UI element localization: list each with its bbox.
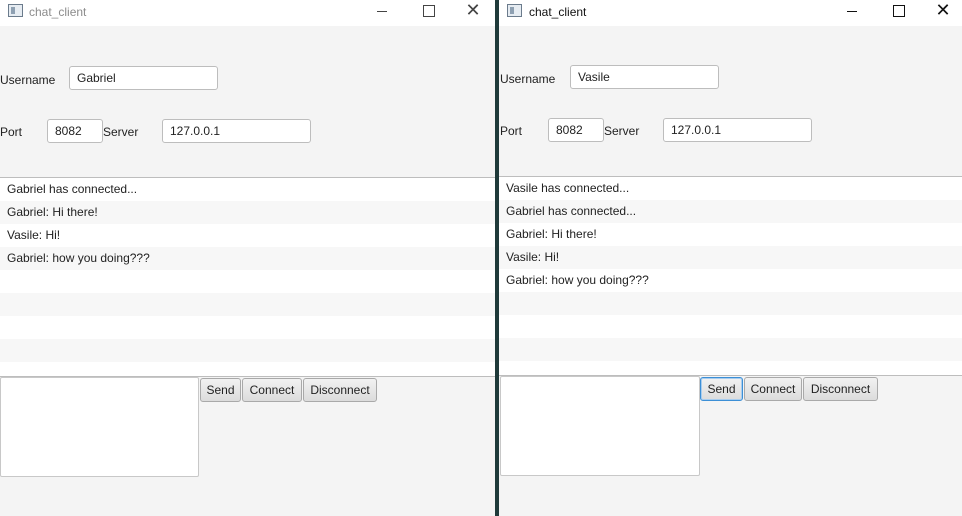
minimize-icon[interactable] xyxy=(359,0,405,24)
username-label: Username xyxy=(0,73,56,87)
list-item[interactable]: Gabriel: how you doing??? xyxy=(499,269,962,292)
list-item[interactable] xyxy=(499,292,962,315)
list-item[interactable] xyxy=(499,315,962,338)
list-item[interactable]: Gabriel: how you doing??? xyxy=(0,247,495,270)
list-item[interactable] xyxy=(499,338,962,361)
list-item[interactable] xyxy=(0,316,495,339)
list-item[interactable]: Gabriel: Hi there! xyxy=(499,223,962,246)
username-field[interactable]: Vasile xyxy=(570,65,719,89)
username-field[interactable]: Gabriel xyxy=(69,66,218,90)
chat-client-window-vasile: chat_client ✕ Username Vasile Port 8082 … xyxy=(499,0,962,516)
server-label: Server xyxy=(604,124,640,138)
close-icon[interactable]: ✕ xyxy=(920,0,962,24)
list-item[interactable] xyxy=(0,339,495,362)
disconnect-button[interactable]: Disconnect xyxy=(803,377,878,401)
app-icon xyxy=(507,4,522,17)
maximize-icon[interactable] xyxy=(875,0,921,24)
list-item[interactable]: Gabriel has connected... xyxy=(0,178,495,201)
close-icon[interactable]: ✕ xyxy=(450,0,495,24)
port-label: Port xyxy=(0,125,23,139)
window-title: chat_client xyxy=(529,5,587,19)
title-bar[interactable]: chat_client ✕ xyxy=(499,0,962,26)
port-label: Port xyxy=(500,124,523,138)
send-button[interactable]: Send xyxy=(200,378,241,402)
server-field[interactable]: 127.0.0.1 xyxy=(663,118,812,142)
port-field[interactable]: 8082 xyxy=(548,118,604,142)
send-button[interactable]: Send xyxy=(700,377,743,401)
server-label: Server xyxy=(103,125,139,139)
message-list[interactable]: Vasile has connected... Gabriel has conn… xyxy=(499,176,962,376)
title-bar[interactable]: chat_client ✕ xyxy=(0,0,495,26)
list-item[interactable]: Vasile has connected... xyxy=(499,177,962,200)
message-input[interactable] xyxy=(500,376,700,476)
app-icon xyxy=(8,4,23,17)
server-field[interactable]: 127.0.0.1 xyxy=(162,119,311,143)
minimize-icon[interactable] xyxy=(829,0,875,24)
message-list[interactable]: Gabriel has connected... Gabriel: Hi the… xyxy=(0,177,495,377)
list-item[interactable]: Vasile: Hi! xyxy=(0,224,495,247)
connect-button[interactable]: Connect xyxy=(744,377,802,401)
disconnect-button[interactable]: Disconnect xyxy=(303,378,377,402)
message-input[interactable] xyxy=(0,377,199,477)
maximize-icon[interactable] xyxy=(405,0,451,24)
window-title: chat_client xyxy=(29,5,87,19)
chat-client-window-gabriel: chat_client ✕ Username Gabriel Port 8082… xyxy=(0,0,495,516)
connect-button[interactable]: Connect xyxy=(242,378,302,402)
username-label: Username xyxy=(500,72,556,86)
port-field[interactable]: 8082 xyxy=(47,119,103,143)
list-item[interactable]: Gabriel has connected... xyxy=(499,200,962,223)
list-item[interactable] xyxy=(0,293,495,316)
list-item[interactable] xyxy=(0,270,495,293)
list-item[interactable]: Gabriel: Hi there! xyxy=(0,201,495,224)
list-item[interactable]: Vasile: Hi! xyxy=(499,246,962,269)
